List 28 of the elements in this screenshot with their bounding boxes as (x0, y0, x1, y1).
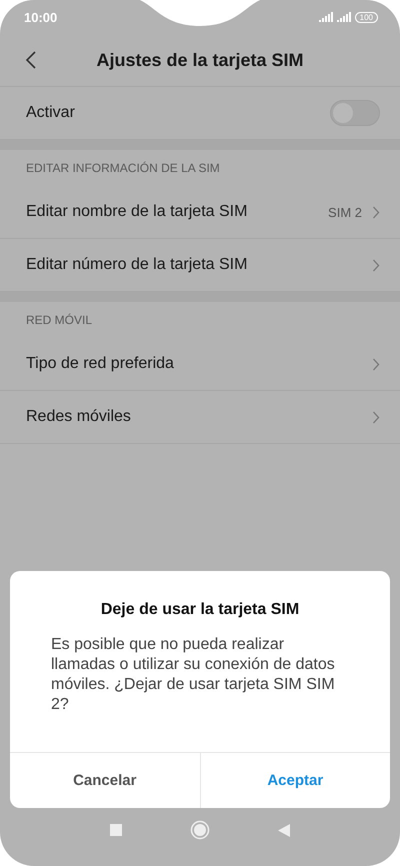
section-heading: EDITAR INFORMACIÓN DE LA SIM (26, 161, 220, 175)
signal-icon (336, 12, 351, 22)
toggle-switch[interactable] (330, 100, 380, 126)
chevron-icon (372, 410, 380, 424)
row-label: Activar (26, 104, 76, 122)
recents-icon[interactable] (110, 824, 122, 836)
battery-icon: 100 (354, 12, 378, 22)
back-icon[interactable] (24, 50, 38, 70)
back-nav-icon[interactable] (278, 824, 290, 836)
chevron-icon (372, 206, 380, 218)
row-label: Editar nombre de la tarjeta SIM (26, 203, 248, 221)
chevron-icon (372, 258, 380, 272)
settings-row[interactable]: Tipo de red preferida (0, 338, 400, 391)
settings-row[interactable]: Editar nombre de la tarjeta SIM SIM 2 (0, 186, 400, 239)
row-label: Tipo de red preferida (26, 355, 175, 373)
row-label: Editar número de la tarjeta SIM (26, 256, 248, 274)
signal-icon (318, 12, 333, 22)
row-label: Redes móviles (26, 408, 132, 426)
settings-row[interactable]: Redes móviles (0, 391, 400, 444)
home-icon[interactable] (190, 820, 210, 840)
cancel-button[interactable]: Cancelar (10, 753, 200, 808)
chevron-icon (372, 358, 380, 370)
dialog-message: Es posible que no pueda realizar llamadas o utilizar su conexión de datos móviles. ¿Dejar de usar tarjeta SIM SIM 2? (51, 635, 336, 715)
page-title: Ajustes de la tarjeta SIM (96, 50, 304, 70)
dialog-title: Deje de usar la tarjeta SIM (100, 601, 300, 619)
row-value: SIM 2 (328, 204, 362, 220)
section-heading: RED MÓVIL (26, 313, 92, 327)
clock: 10:00 (24, 10, 58, 24)
